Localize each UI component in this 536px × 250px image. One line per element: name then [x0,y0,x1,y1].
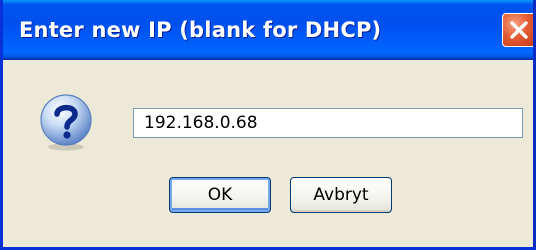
question-icon [40,94,92,151]
dialog-title: Enter new IP (blank for DHCP) [19,18,382,42]
title-bar[interactable]: Enter new IP (blank for DHCP) [3,0,533,60]
ip-address-input[interactable] [133,108,523,138]
dialog-body: OK Avbryt [3,60,533,247]
cancel-button[interactable]: Avbryt [290,177,392,213]
ok-button[interactable]: OK [169,177,271,213]
close-icon [510,21,528,39]
dialog-window: Enter new IP (blank for DHCP) OK Avbryt [0,0,536,250]
close-button[interactable] [502,13,533,47]
